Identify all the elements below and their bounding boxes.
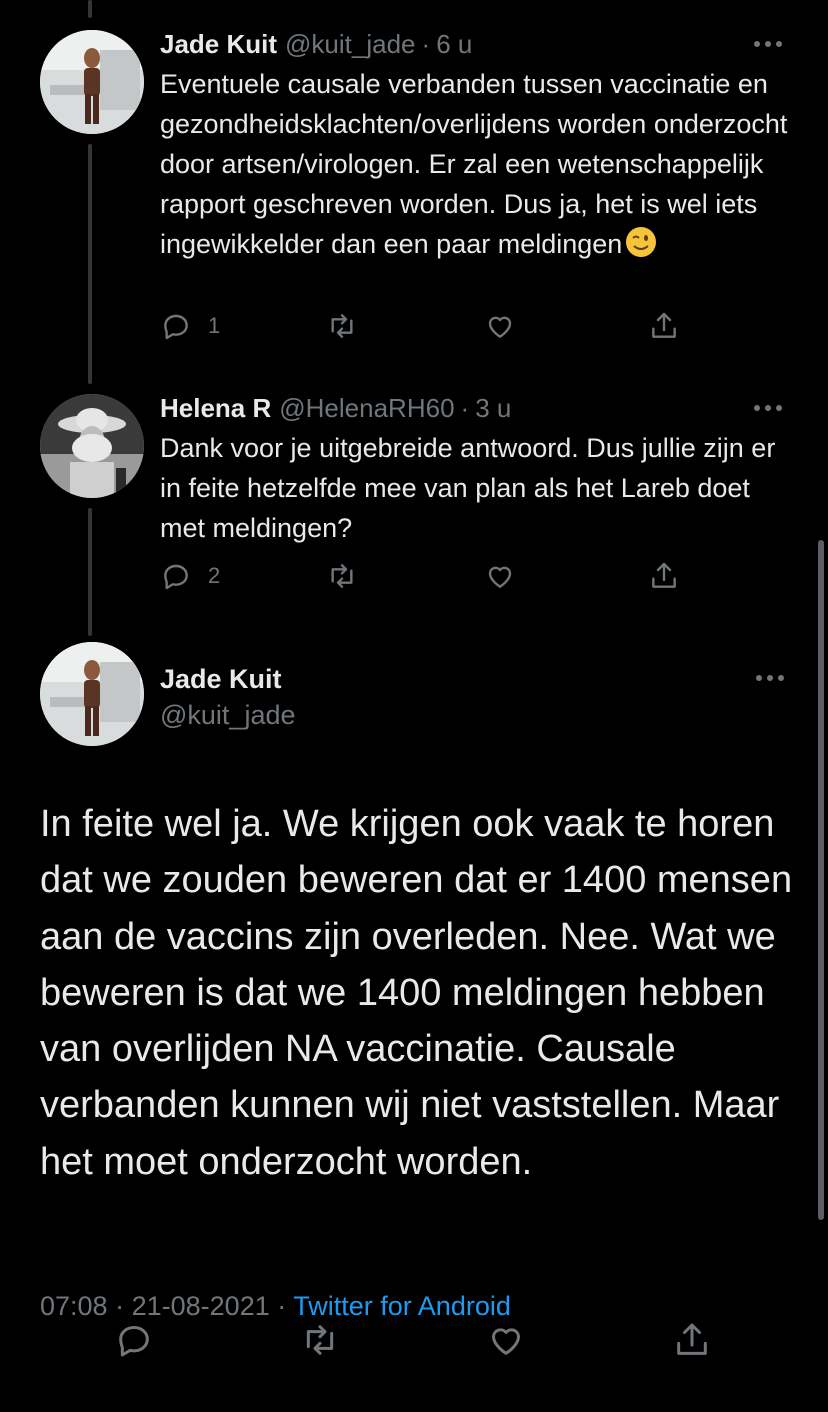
- share-button[interactable]: [672, 1320, 712, 1360]
- retweet-icon: [306, 1325, 334, 1355]
- author-handle[interactable]: @kuit_jade: [160, 698, 296, 732]
- retweet-icon: [331, 314, 353, 338]
- tweet-thread-page: Jade Kuit @kuit_jade · 6 u Eventuele cau…: [0, 0, 828, 1412]
- tweet-meta: 07:08 · 21-08-2021 · Twitter for Android: [40, 1288, 511, 1324]
- reply-count: 1: [208, 313, 221, 338]
- avatar[interactable]: [40, 394, 144, 498]
- avatar-jade-kuit-image: [40, 642, 144, 746]
- scrollbar[interactable]: [818, 540, 824, 1220]
- retweet-icon: [331, 564, 353, 588]
- reply-tweet-2[interactable]: Helena R @HelenaRH60 · 3 u Dank voor je …: [160, 390, 788, 548]
- separator: ·: [277, 1291, 287, 1321]
- like-icon: [488, 316, 512, 338]
- thread-line-top: [88, 0, 92, 18]
- author-handle[interactable]: @HelenaRH60: [279, 390, 454, 426]
- reply-actions-2: 2: [160, 556, 720, 596]
- reply-icon: [164, 564, 188, 590]
- avatar[interactable]: [40, 30, 144, 134]
- like-button[interactable]: [484, 306, 516, 346]
- like-button[interactable]: [484, 556, 516, 596]
- share-icon: [652, 312, 676, 338]
- reply-header: Helena R @HelenaRH60 · 3 u: [160, 390, 788, 426]
- author-handle[interactable]: @kuit_jade: [285, 26, 415, 62]
- retweet-button[interactable]: [326, 556, 358, 596]
- retweet-button[interactable]: [326, 306, 358, 346]
- tweet-text: Eventuele causale verbanden tussen vacci…: [160, 64, 790, 264]
- winking-face-icon: [624, 225, 658, 259]
- author-name[interactable]: Jade Kuit: [160, 662, 282, 696]
- share-icon: [677, 1323, 707, 1355]
- retweet-button[interactable]: [300, 1320, 340, 1360]
- thread-line-1: [88, 144, 92, 384]
- reply-actions-1: 1: [160, 306, 720, 346]
- reply-button[interactable]: 2: [160, 556, 220, 596]
- separator: ·: [115, 1291, 125, 1321]
- reply-header: Jade Kuit @kuit_jade · 6 u: [160, 26, 788, 62]
- author-name[interactable]: Helena R: [160, 390, 271, 426]
- tweet-date[interactable]: 21-08-2021: [132, 1291, 270, 1321]
- separator: ·: [460, 393, 470, 423]
- share-button[interactable]: [648, 306, 680, 346]
- separator: ·: [421, 29, 431, 59]
- share-icon: [652, 562, 676, 588]
- tweet-source-link[interactable]: Twitter for Android: [293, 1291, 511, 1321]
- timestamp[interactable]: 3 u: [475, 390, 511, 426]
- like-icon: [492, 1328, 520, 1355]
- reply-icon: [164, 314, 188, 340]
- thread-line-2: [88, 508, 92, 636]
- reply-button[interactable]: [114, 1320, 154, 1360]
- like-icon: [488, 566, 512, 588]
- tweet-text-body: Eventuele causale verbanden tussen vacci…: [160, 69, 788, 259]
- avatar[interactable]: [40, 642, 144, 746]
- reply-icon: [119, 1326, 149, 1357]
- author-name[interactable]: Jade Kuit: [160, 26, 277, 62]
- more-icon[interactable]: [752, 660, 788, 696]
- more-icon[interactable]: [750, 26, 786, 62]
- share-button[interactable]: [648, 556, 680, 596]
- timestamp[interactable]: 6 u: [436, 26, 472, 62]
- like-button[interactable]: [486, 1320, 526, 1360]
- reply-button[interactable]: 1: [160, 306, 220, 346]
- main-tweet-actions: [0, 1320, 828, 1360]
- main-tweet-text: In feite wel ja. We krijgen ook vaak te …: [40, 803, 793, 1183]
- avatar-helena-r-image: [40, 394, 144, 498]
- tweet-time[interactable]: 07:08: [40, 1291, 108, 1321]
- reply-count: 2: [208, 563, 221, 588]
- reply-tweet-1[interactable]: Jade Kuit @kuit_jade · 6 u Eventuele cau…: [160, 26, 788, 264]
- avatar-jade-kuit-image: [40, 30, 144, 134]
- tweet-text: Dank voor je uitgebreide antwoord. Dus j…: [160, 433, 776, 543]
- more-icon[interactable]: [750, 390, 786, 426]
